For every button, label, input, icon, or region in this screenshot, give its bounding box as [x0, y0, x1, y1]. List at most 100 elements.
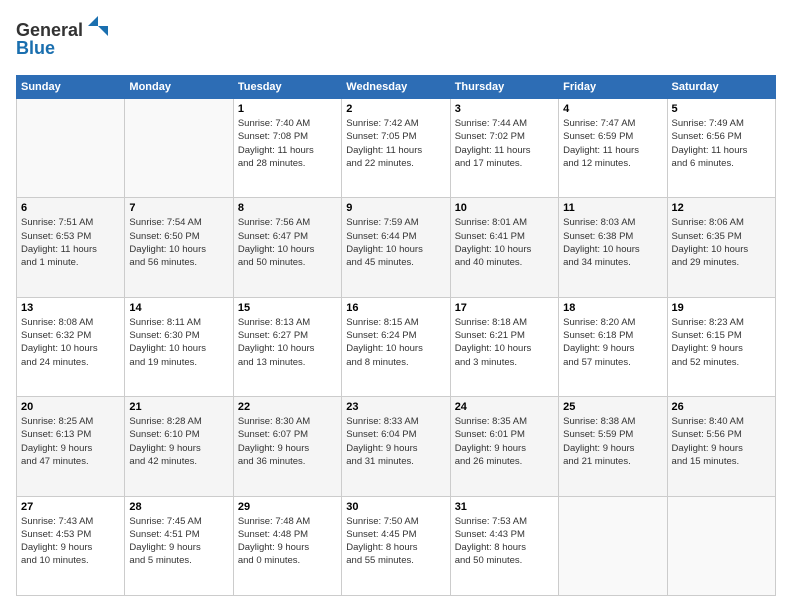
- calendar-day-cell: 21Sunrise: 8:28 AM Sunset: 6:10 PM Dayli…: [125, 397, 233, 496]
- calendar-day-cell: 9Sunrise: 7:59 AM Sunset: 6:44 PM Daylig…: [342, 198, 450, 297]
- day-info: Sunrise: 8:20 AM Sunset: 6:18 PM Dayligh…: [563, 316, 662, 369]
- calendar-day-cell: 16 Sunrise: 8:15 AM Sunset: 6:24 PM Dayli…: [342, 297, 450, 396]
- day-info: Sunrise: 8:06 AM Sunset: 6:35 PM Dayligh…: [672, 216, 771, 269]
- day-info: Sunrise: 7:49 AM Sunset: 6:56 PM Dayligh…: [672, 117, 771, 170]
- calendar-day-cell: 12 Sunrise: 8:06 AM Sunset: 6:35 PM Dayli…: [667, 198, 775, 297]
- day-number: 19: [672, 302, 771, 314]
- calendar-day-cell: 26Sunrise: 8:40 AM Sunset: 5:56 PM Dayli…: [667, 397, 775, 496]
- day-info: Sunrise: 7:48 AM Sunset: 4:48 PM Dayligh…: [238, 515, 337, 568]
- day-info: Sunrise: 8:13 AM Sunset: 6:27 PM Dayligh…: [238, 316, 337, 369]
- day-info: Sunrise: 8:15 AM Sunset: 6:24 PM Dayligh…: [346, 316, 445, 369]
- calendar-day-cell: 1Sunrise: 7:40 AM Sunset: 7:08 PM Daylig…: [233, 99, 341, 198]
- calendar-day-cell: 8Sunrise: 7:56 AM Sunset: 6:47 PM Daylig…: [233, 198, 341, 297]
- day-info: Sunrise: 8:11 AM Sunset: 6:30 PM Dayligh…: [129, 316, 228, 369]
- calendar-day-cell: [125, 99, 233, 198]
- day-info: Sunrise: 8:03 AM Sunset: 6:38 PM Dayligh…: [563, 216, 662, 269]
- day-number: 11: [563, 202, 662, 214]
- calendar-day-cell: 20 Sunrise: 8:25 AM Sunset: 6:13 PM Dayli…: [17, 397, 125, 496]
- calendar-week-row: 13 Sunrise: 8:08 AM Sunset: 6:32 PM Dayli…: [17, 297, 776, 396]
- day-number: 6: [21, 202, 120, 214]
- day-number: 18: [563, 302, 662, 314]
- calendar-day-cell: 24 Sunrise: 8:35 AM Sunset: 6:01 PM Dayli…: [450, 397, 558, 496]
- calendar-day-cell: 5 Sunrise: 7:49 AM Sunset: 6:56 PM Daylig…: [667, 99, 775, 198]
- calendar-day-cell: 17 Sunrise: 8:18 AM Sunset: 6:21 PM Dayli…: [450, 297, 558, 396]
- calendar-day-cell: 19 Sunrise: 8:23 AM Sunset: 6:15 PM Dayli…: [667, 297, 775, 396]
- calendar-day-cell: [559, 496, 667, 595]
- logo: General Blue: [16, 16, 116, 65]
- calendar-day-cell: 4 Sunrise: 7:47 AM Sunset: 6:59 PM Daylig…: [559, 99, 667, 198]
- day-number: 20: [21, 401, 120, 413]
- weekday-header-cell: Tuesday: [233, 76, 341, 99]
- day-info: Sunrise: 8:33 AM Sunset: 6:04 PM Dayligh…: [346, 415, 445, 468]
- day-info: Sunrise: 8:01 AM Sunset: 6:41 PM Dayligh…: [455, 216, 554, 269]
- day-number: 23: [346, 401, 445, 413]
- day-info: Sunrise: 8:38 AM Sunset: 5:59 PM Dayligh…: [563, 415, 662, 468]
- calendar-day-cell: 23 Sunrise: 8:33 AM Sunset: 6:04 PM Dayli…: [342, 397, 450, 496]
- calendar-day-cell: 28 Sunrise: 7:45 AM Sunset: 4:51 PM Dayli…: [125, 496, 233, 595]
- weekday-header-cell: Saturday: [667, 76, 775, 99]
- page: General Blue SundayMondayTuesdayWednesda…: [0, 0, 792, 612]
- day-number: 4: [563, 103, 662, 115]
- weekday-header-cell: Thursday: [450, 76, 558, 99]
- day-number: 26: [672, 401, 771, 413]
- day-number: 13: [21, 302, 120, 314]
- day-number: 21: [129, 401, 228, 413]
- svg-text:Blue: Blue: [16, 38, 55, 58]
- calendar-week-row: 6 Sunrise: 7:51 AM Sunset: 6:53 PM Daylig…: [17, 198, 776, 297]
- day-number: 5: [672, 103, 771, 115]
- calendar-day-cell: 6 Sunrise: 7:51 AM Sunset: 6:53 PM Daylig…: [17, 198, 125, 297]
- logo-text: General Blue: [16, 16, 116, 65]
- day-info: Sunrise: 7:56 AM Sunset: 6:47 PM Dayligh…: [238, 216, 337, 269]
- calendar-week-row: 20 Sunrise: 8:25 AM Sunset: 6:13 PM Dayli…: [17, 397, 776, 496]
- day-number: 10: [455, 202, 554, 214]
- calendar-day-cell: 30 Sunrise: 7:50 AM Sunset: 4:45 PM Dayli…: [342, 496, 450, 595]
- day-info: Sunrise: 7:45 AM Sunset: 4:51 PM Dayligh…: [129, 515, 228, 568]
- day-number: 17: [455, 302, 554, 314]
- day-number: 14: [129, 302, 228, 314]
- day-number: 16: [346, 302, 445, 314]
- calendar-day-cell: [17, 99, 125, 198]
- calendar-day-cell: 15Sunrise: 8:13 AM Sunset: 6:27 PM Dayli…: [233, 297, 341, 396]
- day-number: 7: [129, 202, 228, 214]
- calendar-day-cell: [667, 496, 775, 595]
- day-info: Sunrise: 8:18 AM Sunset: 6:21 PM Dayligh…: [455, 316, 554, 369]
- day-info: Sunrise: 7:47 AM Sunset: 6:59 PM Dayligh…: [563, 117, 662, 170]
- day-number: 30: [346, 501, 445, 513]
- calendar-day-cell: 3Sunrise: 7:44 AM Sunset: 7:02 PM Daylig…: [450, 99, 558, 198]
- weekday-header-row: SundayMondayTuesdayWednesdayThursdayFrid…: [17, 76, 776, 99]
- calendar-day-cell: 31Sunrise: 7:53 AM Sunset: 4:43 PM Dayli…: [450, 496, 558, 595]
- day-info: Sunrise: 7:44 AM Sunset: 7:02 PM Dayligh…: [455, 117, 554, 170]
- day-info: Sunrise: 8:25 AM Sunset: 6:13 PM Dayligh…: [21, 415, 120, 468]
- calendar-week-row: 1Sunrise: 7:40 AM Sunset: 7:08 PM Daylig…: [17, 99, 776, 198]
- day-info: Sunrise: 7:50 AM Sunset: 4:45 PM Dayligh…: [346, 515, 445, 568]
- day-number: 9: [346, 202, 445, 214]
- weekday-header-cell: Monday: [125, 76, 233, 99]
- day-info: Sunrise: 7:51 AM Sunset: 6:53 PM Dayligh…: [21, 216, 120, 269]
- day-number: 28: [129, 501, 228, 513]
- calendar-day-cell: 22 Sunrise: 8:30 AM Sunset: 6:07 PM Dayli…: [233, 397, 341, 496]
- day-info: Sunrise: 7:42 AM Sunset: 7:05 PM Dayligh…: [346, 117, 445, 170]
- day-number: 24: [455, 401, 554, 413]
- day-info: Sunrise: 7:53 AM Sunset: 4:43 PM Dayligh…: [455, 515, 554, 568]
- day-number: 12: [672, 202, 771, 214]
- calendar-day-cell: 2Sunrise: 7:42 AM Sunset: 7:05 PM Daylig…: [342, 99, 450, 198]
- weekday-header-cell: Friday: [559, 76, 667, 99]
- day-number: 29: [238, 501, 337, 513]
- weekday-header-cell: Wednesday: [342, 76, 450, 99]
- day-info: Sunrise: 8:23 AM Sunset: 6:15 PM Dayligh…: [672, 316, 771, 369]
- day-info: Sunrise: 8:08 AM Sunset: 6:32 PM Dayligh…: [21, 316, 120, 369]
- calendar-day-cell: 10 Sunrise: 8:01 AM Sunset: 6:41 PM Dayli…: [450, 198, 558, 297]
- weekday-header-cell: Sunday: [17, 76, 125, 99]
- calendar-day-cell: 11 Sunrise: 8:03 AM Sunset: 6:38 PM Dayli…: [559, 198, 667, 297]
- day-info: Sunrise: 8:30 AM Sunset: 6:07 PM Dayligh…: [238, 415, 337, 468]
- calendar-day-cell: 14 Sunrise: 8:11 AM Sunset: 6:30 PM Dayli…: [125, 297, 233, 396]
- day-number: 25: [563, 401, 662, 413]
- day-info: Sunrise: 8:35 AM Sunset: 6:01 PM Dayligh…: [455, 415, 554, 468]
- header: General Blue: [16, 16, 776, 65]
- svg-text:General: General: [16, 20, 83, 40]
- calendar-day-cell: 25 Sunrise: 8:38 AM Sunset: 5:59 PM Dayli…: [559, 397, 667, 496]
- day-number: 22: [238, 401, 337, 413]
- day-info: Sunrise: 7:40 AM Sunset: 7:08 PM Dayligh…: [238, 117, 337, 170]
- calendar-day-cell: 13 Sunrise: 8:08 AM Sunset: 6:32 PM Dayli…: [17, 297, 125, 396]
- calendar-day-cell: 18 Sunrise: 8:20 AM Sunset: 6:18 PM Dayli…: [559, 297, 667, 396]
